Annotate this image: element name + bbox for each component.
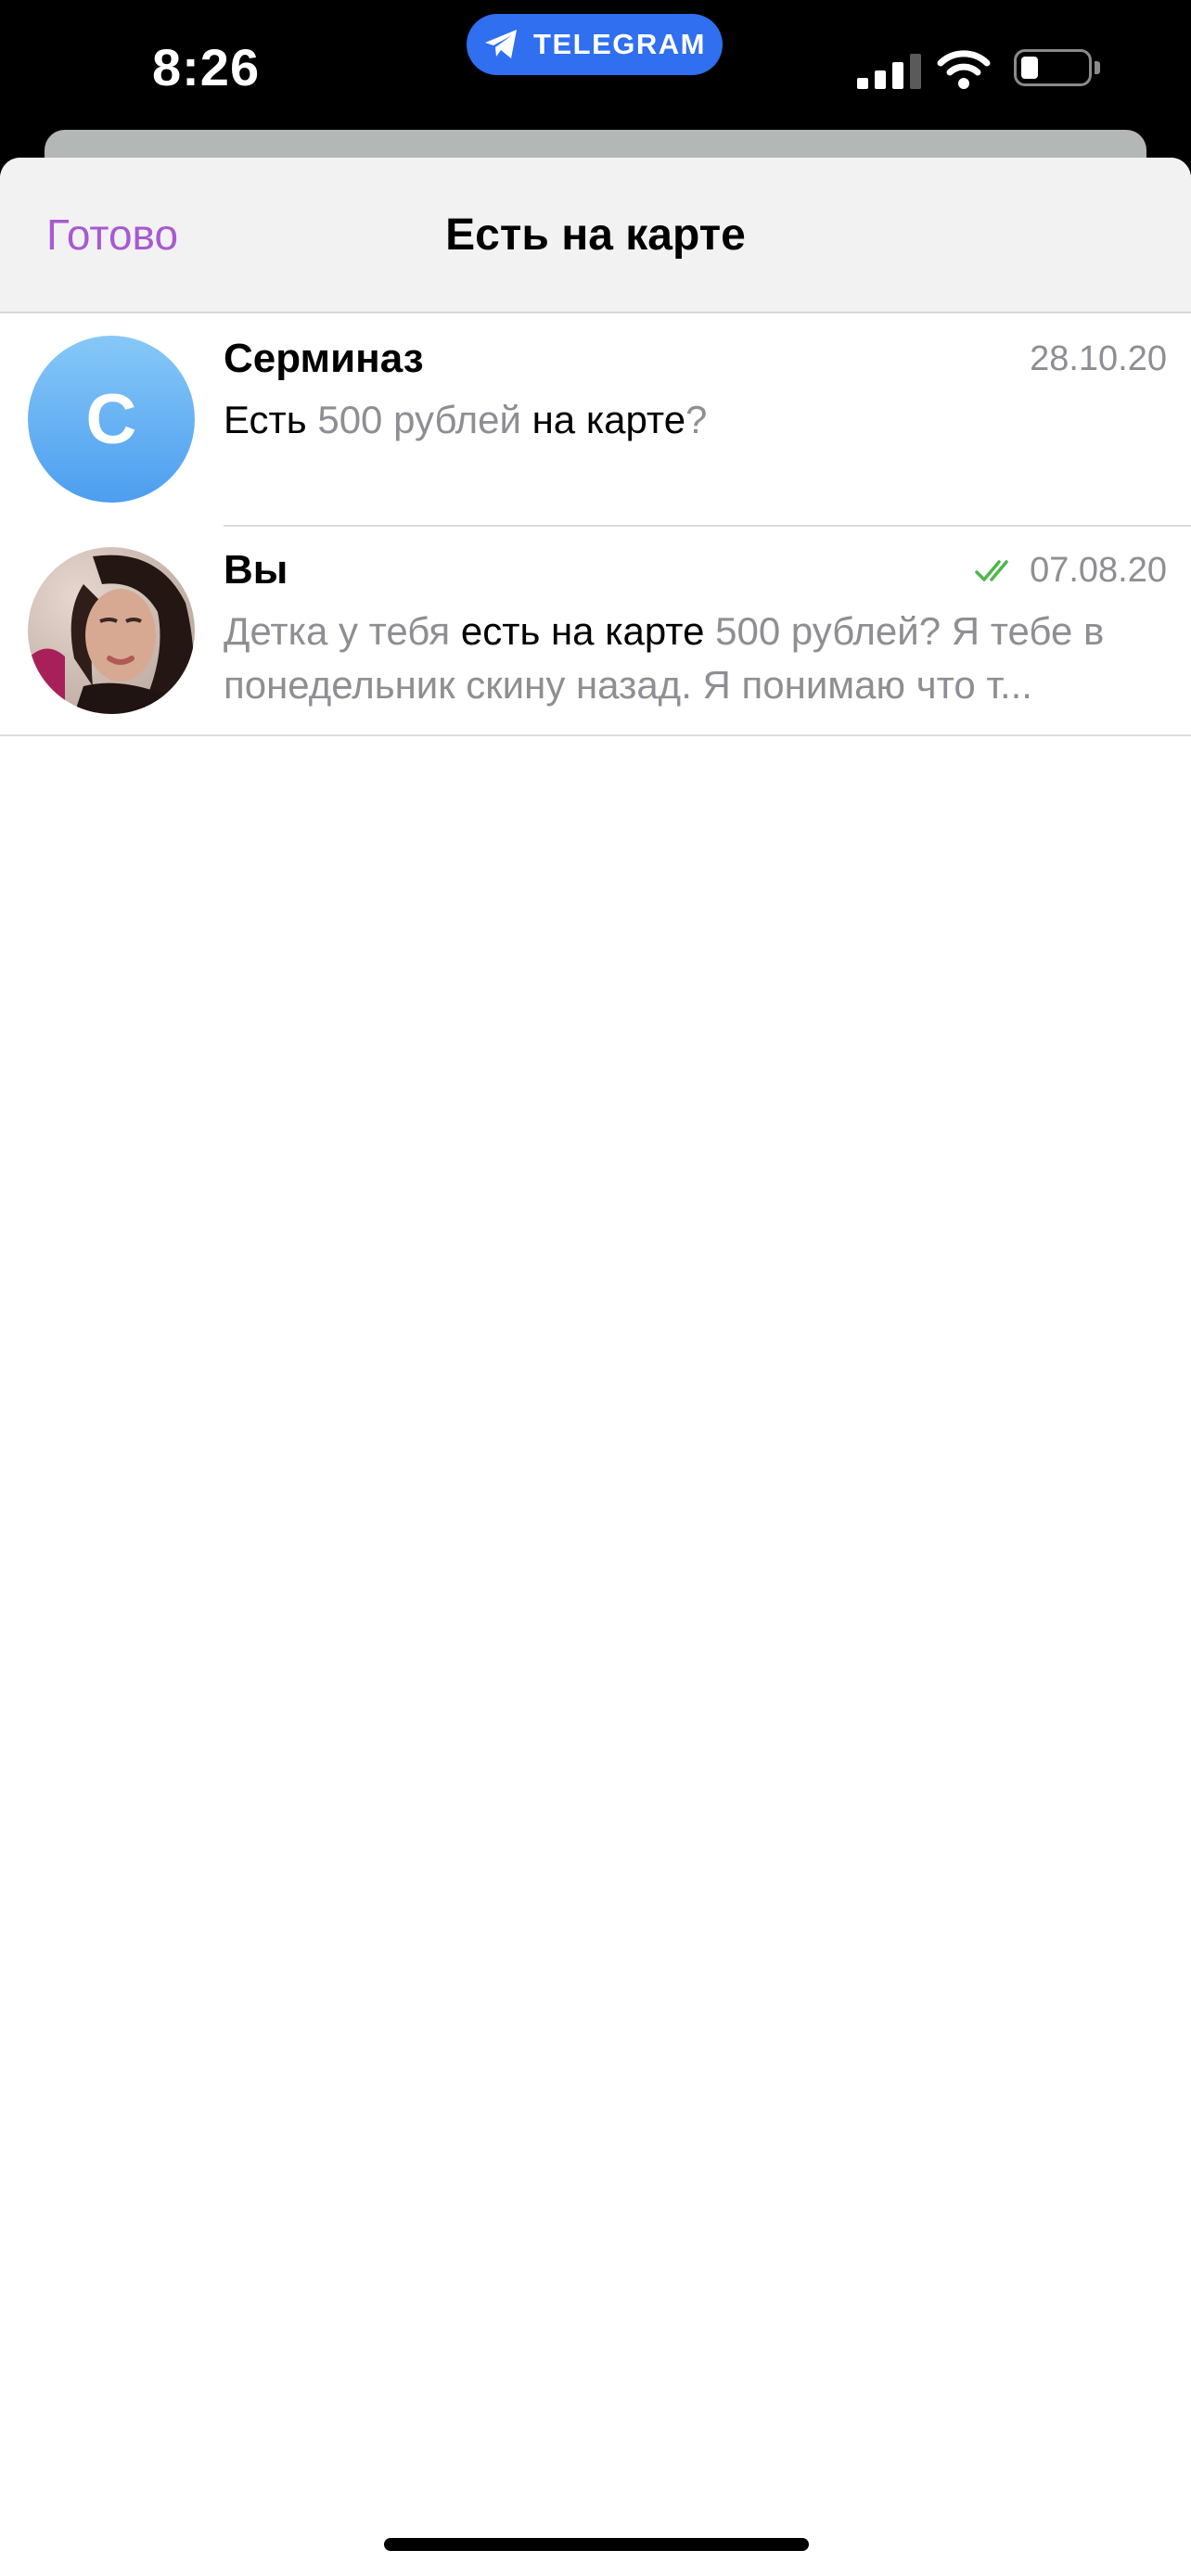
app-badge-label: TELEGRAM bbox=[533, 28, 706, 60]
wifi-icon bbox=[937, 50, 991, 89]
preview-text: ? bbox=[685, 398, 708, 441]
done-button[interactable]: Готово bbox=[46, 210, 178, 260]
message-date: 28.10.20 bbox=[1030, 339, 1167, 379]
double-check-icon bbox=[975, 559, 1008, 581]
battery-tip bbox=[1095, 61, 1100, 74]
profile-photo bbox=[28, 547, 195, 714]
message-preview: Есть 500 рублей на карте? bbox=[224, 393, 1167, 447]
preview-text: Детка у тебя bbox=[224, 609, 461, 653]
page-title: Есть на карте bbox=[445, 210, 746, 260]
chat-result-row[interactable]: С Серминаз 28.10.20 Есть 500 рублей на к… bbox=[0, 313, 1191, 525]
message-preview: Детка у тебя есть на карте 500 рублей? Я… bbox=[224, 605, 1167, 712]
telegram-icon bbox=[485, 30, 518, 58]
chat-name: Вы bbox=[224, 547, 288, 593]
telegram-return-pill[interactable]: TELEGRAM bbox=[467, 14, 723, 75]
battery-low-icon bbox=[1014, 49, 1092, 86]
preview-highlight: есть на карте bbox=[460, 609, 705, 653]
date-text: 28.10.20 bbox=[1030, 339, 1167, 378]
search-results-sheet: Готово Есть на карте С Серминаз 28.10.20… bbox=[0, 158, 1191, 2576]
date-text: 07.08.20 bbox=[1030, 551, 1167, 590]
navigation-bar: Готово Есть на карте bbox=[0, 158, 1191, 313]
message-date: 07.08.20 bbox=[974, 551, 1167, 591]
status-time: 8:26 bbox=[152, 38, 261, 96]
preview-text: 500 рублей bbox=[306, 398, 532, 441]
cellular-signal-icon bbox=[857, 52, 921, 89]
avatar bbox=[28, 547, 195, 714]
chat-result-row[interactable]: Вы 07.08.20 Детка у тебя есть на карте 5… bbox=[0, 525, 1191, 736]
home-indicator[interactable] bbox=[384, 2538, 809, 2551]
avatar-letter: С bbox=[85, 379, 137, 459]
avatar: С bbox=[28, 336, 195, 503]
preview-highlight: Есть bbox=[224, 398, 307, 441]
chat-name: Серминаз bbox=[224, 336, 424, 381]
preview-highlight: на карте bbox=[531, 398, 686, 441]
